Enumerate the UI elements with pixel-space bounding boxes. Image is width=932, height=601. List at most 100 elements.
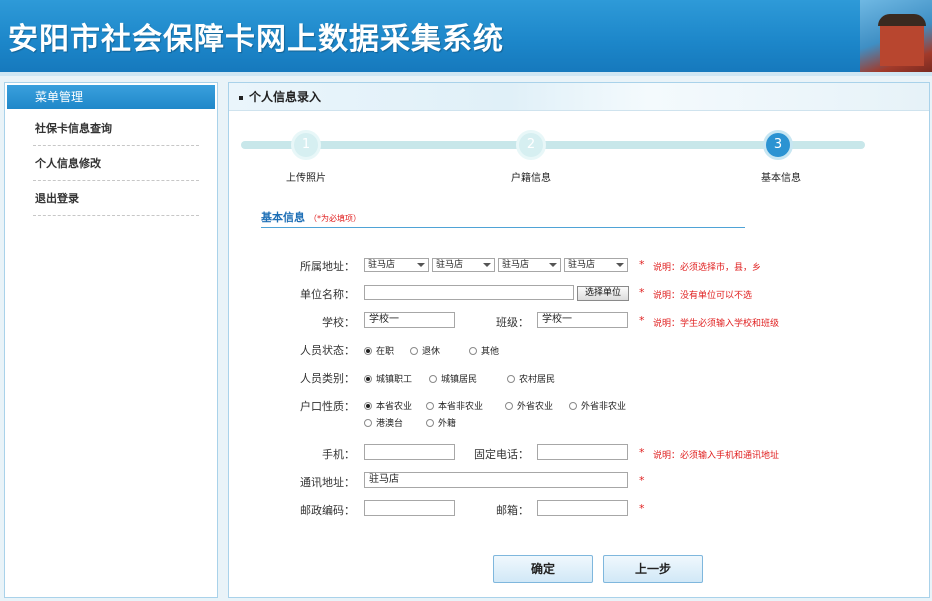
step-3-circle: 3	[763, 130, 793, 160]
class-input[interactable]: 学校一	[537, 312, 628, 328]
category-radio-urban-resident[interactable]: 城镇居民	[429, 372, 477, 385]
select-unit-button[interactable]: 选择单位	[577, 286, 629, 301]
chevron-down-icon	[616, 263, 624, 267]
radio-dot	[364, 419, 372, 427]
radio-label: 外省非农业	[581, 402, 627, 412]
unit-input[interactable]	[364, 285, 574, 300]
header-building-image	[860, 0, 932, 72]
hukou-radio-other-agri[interactable]: 外省农业	[505, 399, 553, 412]
mail-address-label: 通讯地址：	[300, 476, 355, 489]
app-header: 安阳市社会保障卡网上数据采集系统	[0, 0, 932, 72]
required-star: *	[639, 258, 645, 271]
address-note: 说明：必须选择市，县，乡	[653, 263, 762, 273]
hukou-radio-foreign[interactable]: 外籍	[426, 416, 456, 429]
category-label: 人员类别：	[300, 372, 355, 385]
header-divider	[0, 72, 932, 76]
email-label: 邮箱：	[496, 504, 529, 517]
hukou-radio-hk-macao-tw[interactable]: 港澳台	[364, 416, 403, 429]
radio-dot	[410, 347, 418, 355]
sidebar-title: 菜单管理	[7, 85, 215, 109]
radio-label: 退休	[422, 347, 441, 357]
required-star: *	[639, 474, 645, 487]
tel-label: 固定电话：	[474, 448, 529, 461]
required-star: *	[639, 502, 645, 515]
phone-input[interactable]	[364, 444, 455, 460]
hukou-radio-local-agri[interactable]: 本省农业	[364, 399, 412, 412]
sidebar-item-logout[interactable]: 退出登录	[33, 181, 199, 216]
category-radio-rural-resident[interactable]: 农村居民	[507, 372, 555, 385]
hukou-label: 户口性质：	[300, 400, 355, 413]
radio-dot-checked	[364, 402, 372, 410]
chevron-down-icon	[549, 263, 557, 267]
main-panel: 个人信息录入 1 2 3 上传照片 户籍信息 基本信息 基本信息 （*为必填项） …	[228, 82, 930, 598]
app-title: 安阳市社会保障卡网上数据采集系统	[8, 22, 504, 57]
radio-label: 城镇居民	[441, 375, 478, 385]
address-town-select[interactable]: 驻马店	[498, 258, 561, 272]
radio-dot	[429, 375, 437, 383]
status-radio-other[interactable]: 其他	[469, 344, 499, 357]
panel-title: 个人信息录入	[249, 90, 322, 104]
category-radio-urban-worker[interactable]: 城镇职工	[364, 372, 412, 385]
class-label: 班级：	[496, 316, 529, 329]
required-star: *	[639, 314, 645, 327]
sidebar-item-edit-info[interactable]: 个人信息修改	[33, 146, 199, 181]
radio-label: 本省农业	[376, 402, 413, 412]
hukou-radio-other-nonagri[interactable]: 外省非农业	[569, 399, 626, 412]
school-label: 学校：	[322, 316, 355, 329]
school-note: 说明：学生必须输入学校和班级	[653, 319, 780, 329]
address-county-value: 驻马店	[436, 260, 464, 270]
radio-label: 外省农业	[517, 402, 554, 412]
email-input[interactable]	[537, 500, 628, 516]
zip-label: 邮政编码：	[300, 504, 355, 517]
required-star: *	[639, 286, 645, 299]
radio-label: 外籍	[438, 419, 457, 429]
address-city-value: 驻马店	[368, 260, 396, 270]
radio-dot	[569, 402, 577, 410]
radio-dot	[505, 402, 513, 410]
section-title: 基本信息 （*为必填项）	[261, 209, 361, 225]
radio-label: 本省非农业	[438, 402, 484, 412]
address-village-select[interactable]: 驻马店	[564, 258, 628, 272]
sidebar: 菜单管理 社保卡信息查询 个人信息修改 退出登录	[4, 82, 218, 598]
address-city-select[interactable]: 驻马店	[364, 258, 429, 272]
status-radio-retired[interactable]: 退休	[410, 344, 440, 357]
address-town-value: 驻马店	[502, 260, 530, 270]
school-input[interactable]: 学校一	[364, 312, 455, 328]
address-label: 所属地址：	[300, 260, 355, 273]
hukou-radio-local-nonagri[interactable]: 本省非农业	[426, 399, 483, 412]
step-1-label: 上传照片	[286, 173, 326, 184]
step-2-circle: 2	[516, 130, 546, 160]
tel-input[interactable]	[537, 444, 628, 460]
radio-label: 在职	[376, 347, 395, 357]
radio-dot	[507, 375, 515, 383]
radio-label: 城镇职工	[376, 375, 413, 385]
sidebar-item-card-query[interactable]: 社保卡信息查询	[33, 111, 199, 146]
step-1-circle: 1	[291, 130, 321, 160]
radio-dot	[426, 402, 434, 410]
building-body-shape	[880, 26, 924, 66]
prev-step-button[interactable]: 上一步	[603, 555, 703, 583]
section-underline	[261, 227, 745, 228]
mail-address-input[interactable]: 驻马店	[364, 472, 628, 488]
radio-label: 港澳台	[376, 419, 404, 429]
step-2-label: 户籍信息	[511, 173, 551, 184]
radio-label: 其他	[481, 347, 500, 357]
confirm-button[interactable]: 确定	[493, 555, 593, 583]
radio-dot	[426, 419, 434, 427]
radio-dot	[469, 347, 477, 355]
radio-dot-checked	[364, 347, 372, 355]
chevron-down-icon	[483, 263, 491, 267]
phone-label: 手机：	[322, 448, 355, 461]
chevron-down-icon	[417, 263, 425, 267]
phone-note: 说明：必须输入手机和通讯地址	[653, 451, 780, 461]
section-title-text: 基本信息	[261, 211, 305, 224]
unit-label: 单位名称：	[300, 288, 355, 301]
address-county-select[interactable]: 驻马店	[432, 258, 495, 272]
status-radio-employed[interactable]: 在职	[364, 344, 394, 357]
zip-input[interactable]	[364, 500, 455, 516]
panel-header: 个人信息录入	[229, 83, 929, 111]
required-hint: （*为必填项）	[309, 214, 361, 223]
unit-note: 说明：没有单位可以不选	[653, 291, 753, 301]
required-star: *	[639, 446, 645, 459]
radio-label: 农村居民	[519, 375, 556, 385]
